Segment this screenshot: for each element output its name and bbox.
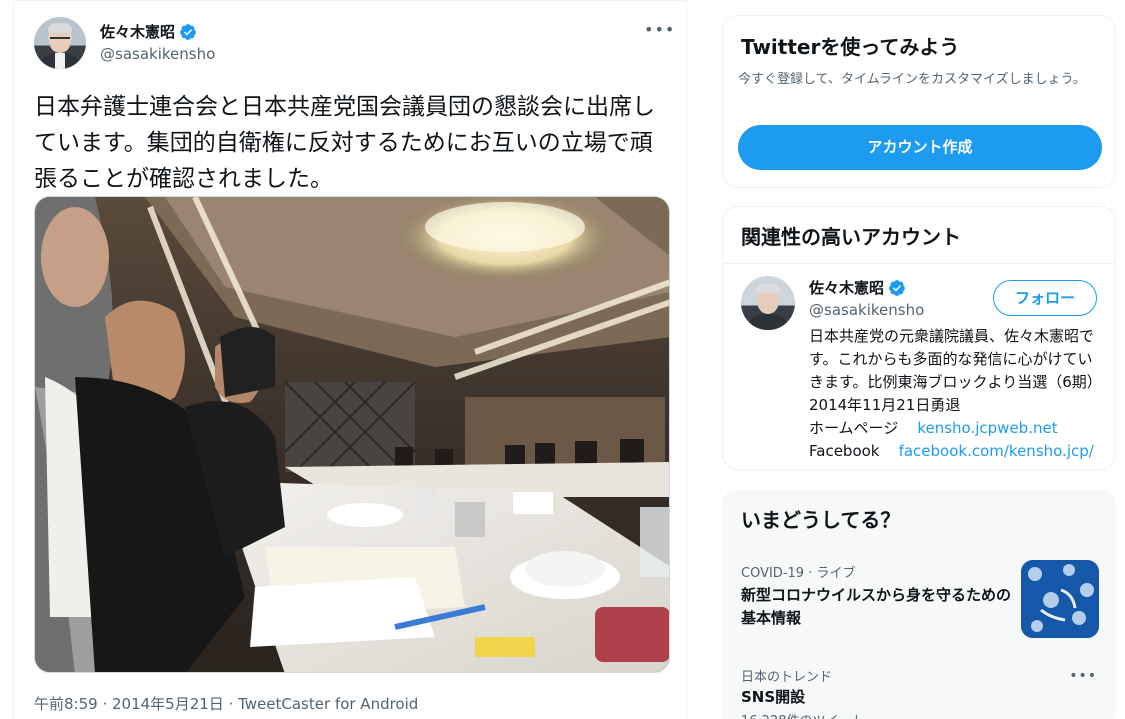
author-handle[interactable]: @sasakikensho <box>100 45 215 63</box>
trend-category: COVID-19 · ライブ <box>741 566 856 581</box>
divider <box>723 653 1115 654</box>
tweet-text: 日本弁護士連合会と日本共産党国会議員団の懇談会に出席しています。集団的自衛権に反… <box>34 94 655 192</box>
tweet-timestamp[interactable]: 午前8:59 · 2014年5月21日 · TweetCaster for An… <box>34 693 418 714</box>
author-name[interactable]: 佐々木憲昭 <box>100 21 197 42</box>
more-horizontal-icon[interactable]: ••• <box>1069 668 1097 684</box>
facebook-label: Facebook <box>809 442 880 460</box>
trend-title[interactable]: 新型コロナウイルスから身を守るための基本情報 <box>741 584 1011 630</box>
tweet-detail: 佐々木憲昭 @sasakikensho ••• 日本弁護士連合会と日本共産党国会… <box>13 0 687 719</box>
related-account-avatar[interactable] <box>741 276 795 330</box>
virus-pattern-icon <box>1021 560 1099 638</box>
related-accounts-card: 関連性の高いアカウント 佐々木憲昭 @sasakikensho フォロー 日本共… <box>722 206 1116 470</box>
facebook-link[interactable]: facebook.com/kensho.jcp/ <box>899 442 1094 460</box>
trend-tweet-count: 16,228件のツイート <box>741 710 865 719</box>
related-account-bio: 日本共産党の元衆議院議員、佐々木憲昭です。これからも多面的な発信に心がけていきま… <box>809 325 1105 463</box>
trend-title[interactable]: SNS開設 <box>741 686 805 707</box>
author-name-text[interactable]: 佐々木憲昭 <box>100 21 175 42</box>
bio-text: 日本共産党の元衆議院議員、佐々木憲昭です。これからも多面的な発信に心がけていきま… <box>809 327 1102 414</box>
trend-category: 日本のトレンド <box>741 670 833 685</box>
more-horizontal-icon[interactable]: ••• <box>644 22 674 41</box>
verified-badge-icon <box>889 279 905 296</box>
whats-happening-card: いまどうしてる？ COVID-19 · ライブ 新型コロナウイルスから身を守るた… <box>722 489 1116 719</box>
trend-thumbnail[interactable] <box>1021 560 1099 638</box>
related-account-name[interactable]: 佐々木憲昭 <box>809 277 906 298</box>
meeting-photo-illustration <box>35 197 669 672</box>
related-account-name-text[interactable]: 佐々木憲昭 <box>809 277 884 298</box>
signup-card: Twitterを使ってみよう 今すぐ登録して、タイムラインをカスタマイズしましょ… <box>722 15 1116 188</box>
related-accounts-title: 関連性の高いアカウント <box>741 225 961 249</box>
tweet-photo[interactable] <box>34 196 670 673</box>
create-account-button[interactable]: アカウント作成 <box>738 125 1102 170</box>
verified-badge-icon <box>180 23 196 40</box>
tweet-header: 佐々木憲昭 @sasakikensho ••• <box>34 17 674 73</box>
homepage-link[interactable]: kensho.jcpweb.net <box>917 419 1057 437</box>
homepage-label: ホームページ <box>809 419 899 437</box>
author-avatar[interactable] <box>34 17 86 69</box>
related-account-handle[interactable]: @sasakikensho <box>809 301 924 319</box>
signup-description: 今すぐ登録して、タイムラインをカスタマイズしましょう。 <box>738 72 1086 87</box>
signup-title: Twitterを使ってみよう <box>741 35 960 59</box>
whats-happening-title: いまどうしてる？ <box>741 508 901 532</box>
follow-button[interactable]: フォロー <box>993 280 1097 316</box>
divider <box>723 263 1115 264</box>
